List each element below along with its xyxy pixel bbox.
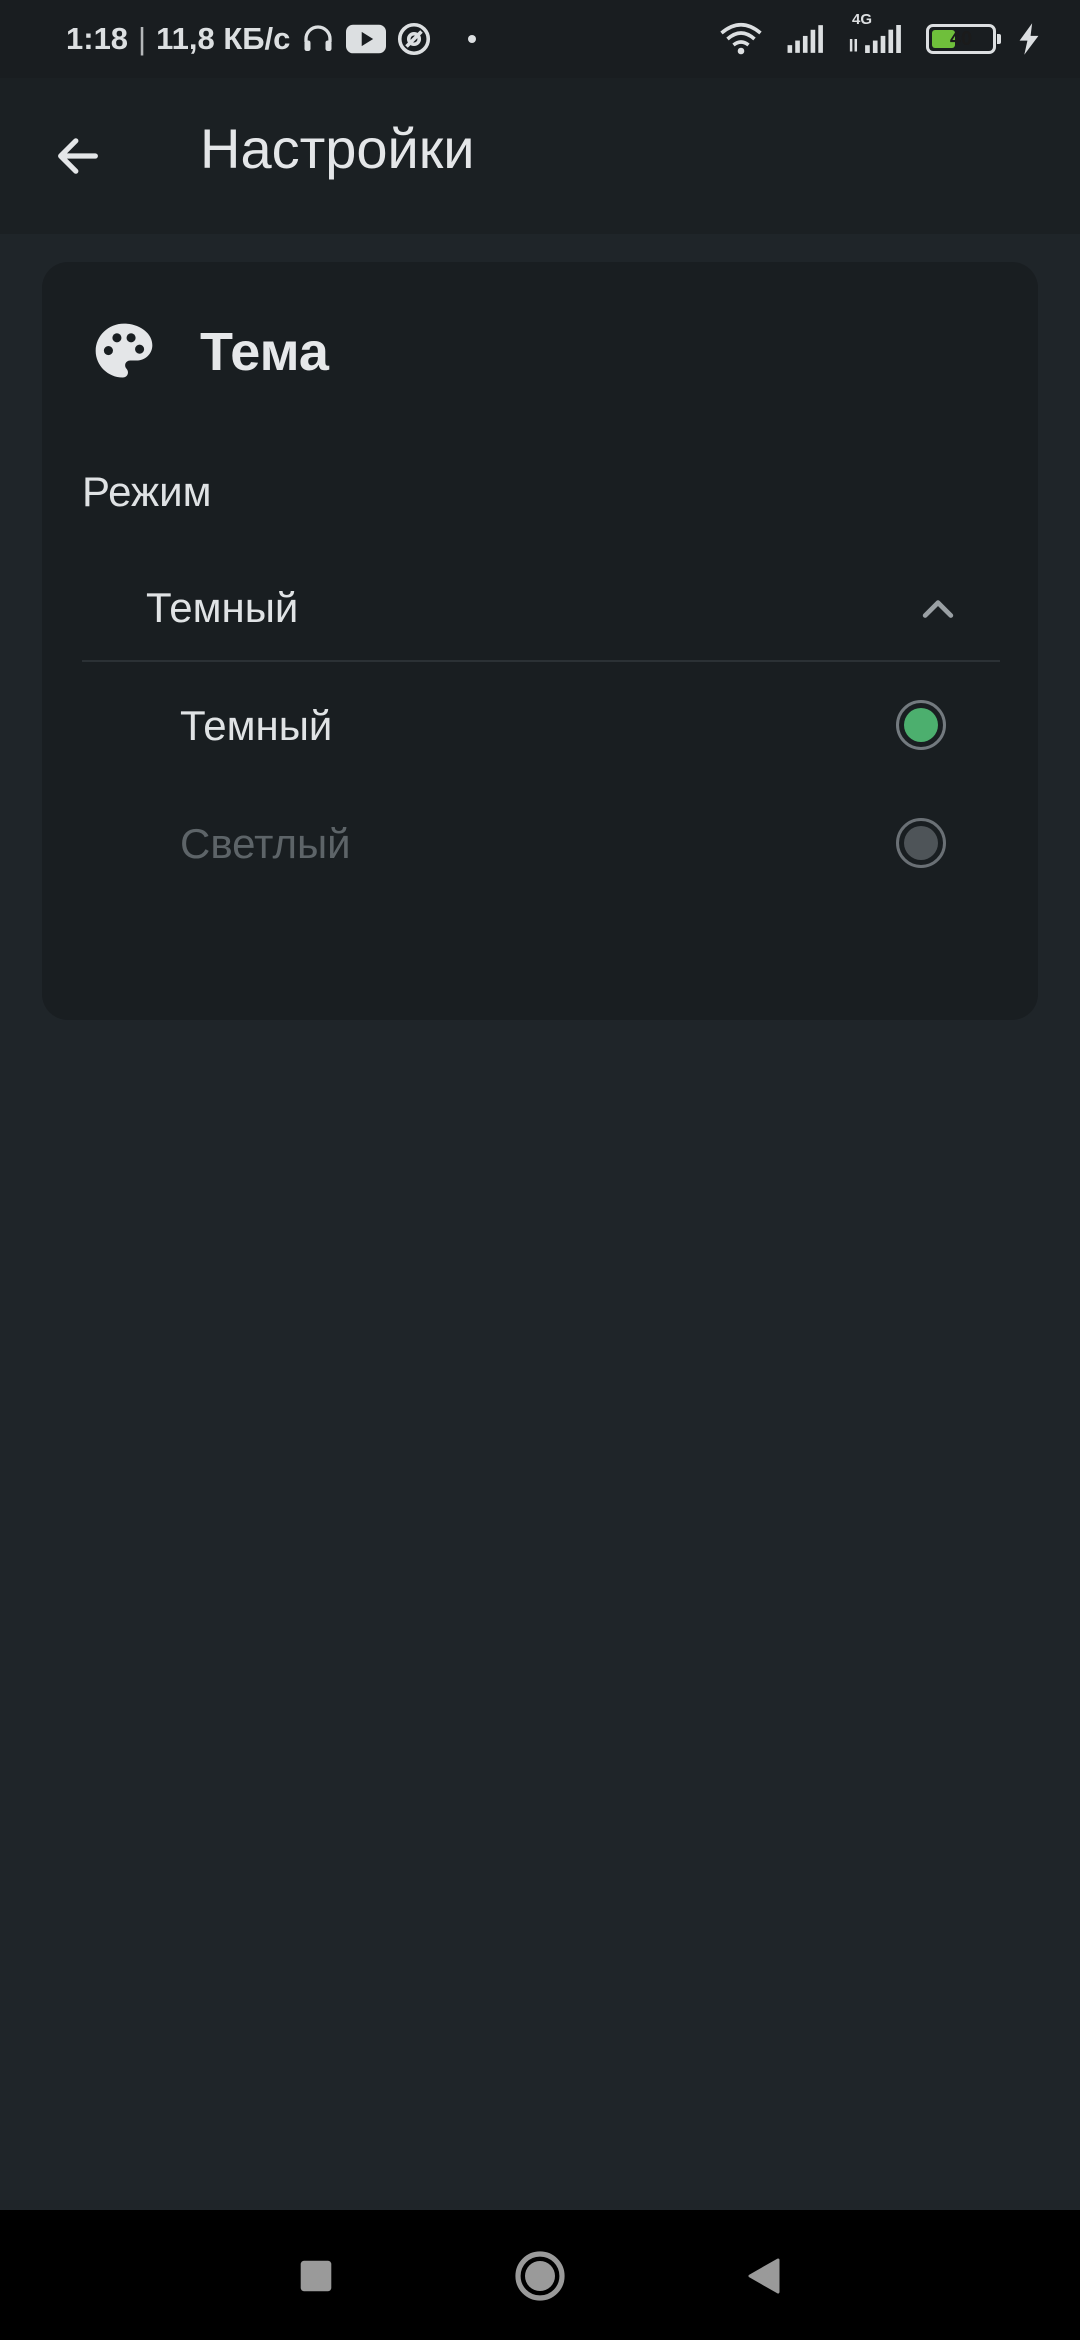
status-separator: | [138, 21, 147, 56]
signal-2-icon: 4G [848, 11, 904, 55]
theme-option-dark[interactable]: Темный [82, 672, 1000, 782]
theme-option-label: Темный [180, 702, 333, 749]
charging-bolt-icon [1018, 23, 1040, 55]
status-speed: 11,8 КБ/с [156, 21, 291, 56]
theme-card: Тема Режим Темный Темный Светлый [42, 262, 1038, 1020]
chevron-up-icon [922, 600, 954, 618]
back-nav-button[interactable] [738, 2250, 790, 2302]
app-bar: Настройки [0, 78, 1080, 234]
battery-level: 40 [949, 27, 973, 50]
mode-label: Режим [82, 468, 212, 515]
radio-indicator-light [904, 826, 938, 860]
battery-icon: 40 [926, 24, 1001, 54]
wifi-icon [718, 21, 764, 57]
arrow-left-icon [58, 138, 98, 174]
radio-button-light[interactable] [896, 818, 946, 868]
headset-icon [300, 21, 336, 57]
mode-dropdown[interactable]: Темный [82, 552, 1000, 662]
status-time: 1:18 [66, 21, 129, 56]
home-button[interactable] [514, 2250, 566, 2302]
back-button[interactable] [40, 118, 116, 194]
youtube-icon [346, 23, 387, 55]
triangle-back-icon [748, 2258, 780, 2294]
at-sign-icon [396, 21, 432, 57]
theme-option-label: Светлый [180, 820, 351, 867]
signal-1-icon [786, 23, 826, 55]
recent-apps-button[interactable] [290, 2250, 342, 2302]
radio-button-dark[interactable] [896, 700, 946, 750]
system-nav-bar [0, 2210, 1080, 2340]
theme-option-light[interactable]: Светлый [82, 790, 1000, 900]
network-type-label: 4G [852, 11, 873, 28]
square-icon [300, 2260, 332, 2292]
palette-icon [95, 323, 153, 378]
notification-dot-icon [468, 35, 477, 43]
page-title: Настройки [200, 117, 475, 180]
theme-card-header: Тема [90, 318, 329, 386]
theme-card-title: Тема [200, 322, 329, 382]
mode-dropdown-value: Темный [146, 584, 299, 631]
status-bar: 1:18 | 11,8 КБ/с 4G 40 [0, 0, 1080, 78]
circle-home-icon [515, 2251, 565, 2301]
radio-indicator-dark [904, 708, 938, 742]
